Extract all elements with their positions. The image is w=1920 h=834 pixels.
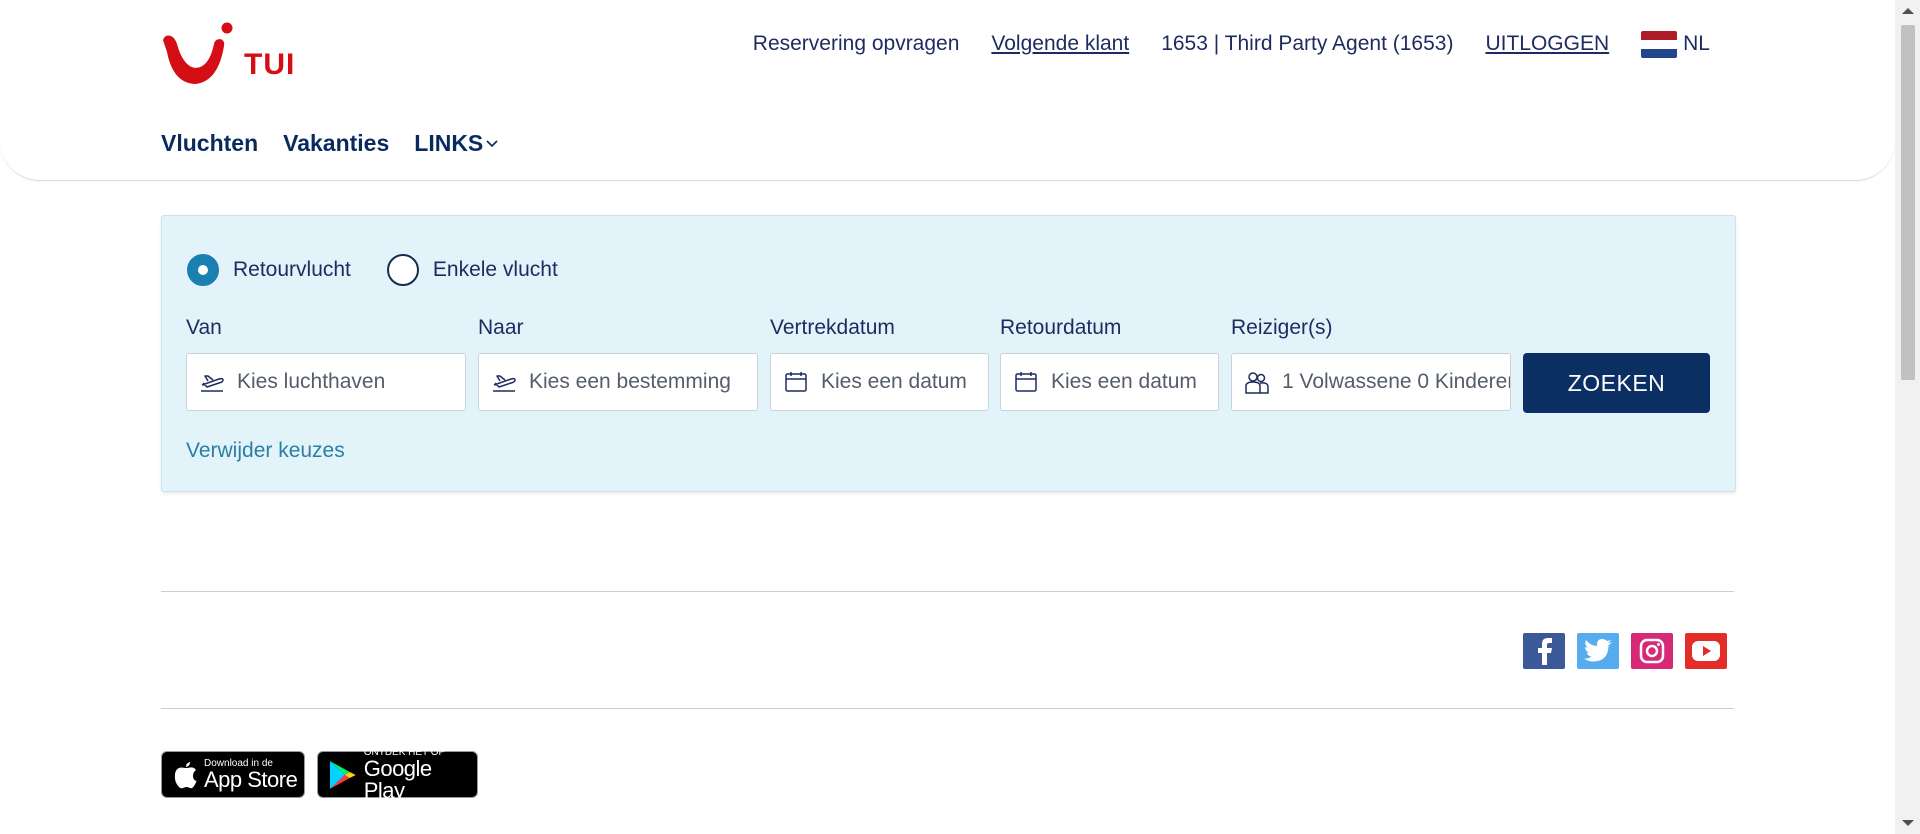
calendar-icon: [1015, 372, 1037, 392]
travellers-label: Reiziger(s): [1231, 316, 1333, 339]
departure-date-field[interactable]: Kies een datum: [770, 353, 989, 411]
logout-link[interactable]: UITLOGGEN: [1485, 32, 1609, 56]
to-placeholder: Kies een bestemming: [529, 370, 731, 393]
page-scrollbar[interactable]: [1895, 0, 1920, 834]
return-date-placeholder: Kies een datum: [1051, 370, 1197, 393]
top-navigation: Reservering opvragen Volgende klant 1653…: [721, 30, 1710, 58]
departure-label: Vertrekdatum: [770, 316, 895, 339]
travellers-icon: [1245, 372, 1269, 394]
chevron-down-icon: [486, 139, 498, 147]
logo-text: TUI: [244, 48, 296, 81]
calendar-icon: [785, 372, 807, 392]
nav-links[interactable]: LINKS: [414, 130, 498, 157]
apple-icon: [174, 761, 197, 788]
netherlands-flag-icon[interactable]: [1641, 30, 1678, 58]
nav-holidays[interactable]: Vakanties: [283, 130, 389, 157]
return-radio[interactable]: [187, 254, 219, 286]
return-radio-label[interactable]: Retourvlucht: [233, 258, 351, 282]
clear-selection-link[interactable]: Verwijder keuzes: [186, 439, 345, 463]
nav-flights[interactable]: Vluchten: [161, 130, 258, 157]
facebook-icon[interactable]: [1523, 633, 1565, 669]
google-play-badge[interactable]: ONTDEK HET OP Google Play: [317, 747, 478, 801]
google-play-big: Google Play: [363, 755, 432, 803]
to-field[interactable]: Kies een bestemming: [478, 353, 758, 411]
divider: [161, 708, 1734, 709]
instagram-icon[interactable]: [1631, 633, 1673, 669]
departure-placeholder: Kies een datum: [821, 370, 967, 393]
from-field[interactable]: Kies luchthaven: [186, 353, 466, 411]
scrollbar-thumb[interactable]: [1901, 25, 1915, 380]
next-customer-link[interactable]: Volgende klant: [991, 32, 1129, 56]
agent-info: 1653 | Third Party Agent (1653): [1161, 32, 1454, 55]
nav-links-label: LINKS: [414, 130, 484, 156]
app-store-big: App Store: [204, 766, 298, 792]
flight-search-panel: Retourvlucht Enkele vlucht Van Naar Vert…: [161, 215, 1736, 492]
reservation-link[interactable]: Reservering opvragen: [753, 32, 960, 56]
travellers-value: 1 Volwassene 0 Kinderen: [1282, 370, 1511, 393]
site-header: TUI Reservering opvragen Volgende klant …: [0, 0, 1895, 181]
divider: [161, 591, 1734, 592]
main-navigation: Vluchten Vakanties LINKS: [161, 130, 523, 157]
oneway-radio[interactable]: [386, 254, 419, 286]
trip-type-group: Retourvlucht Enkele vlucht: [187, 254, 594, 286]
oneway-radio-label[interactable]: Enkele vlucht: [433, 258, 558, 282]
return-date-label: Retourdatum: [1000, 316, 1122, 339]
google-play-icon: [329, 760, 356, 789]
return-date-field[interactable]: Kies een datum: [1000, 353, 1219, 411]
scroll-down-arrow-icon[interactable]: [1902, 820, 1914, 826]
plane-takeoff-icon: [493, 375, 516, 392]
travellers-field[interactable]: 1 Volwassene 0 Kinderen: [1231, 353, 1511, 411]
app-store-badge[interactable]: Download in de App Store: [161, 751, 305, 798]
language-selector[interactable]: NL: [1683, 32, 1710, 56]
to-label: Naar: [478, 316, 524, 339]
plane-takeoff-icon: [201, 375, 224, 392]
from-placeholder: Kies luchthaven: [237, 370, 386, 393]
from-label: Van: [186, 316, 222, 339]
search-button[interactable]: ZOEKEN: [1523, 353, 1710, 413]
youtube-icon[interactable]: [1685, 633, 1727, 669]
twitter-icon[interactable]: [1577, 633, 1619, 669]
scroll-up-arrow-icon[interactable]: [1902, 8, 1914, 14]
